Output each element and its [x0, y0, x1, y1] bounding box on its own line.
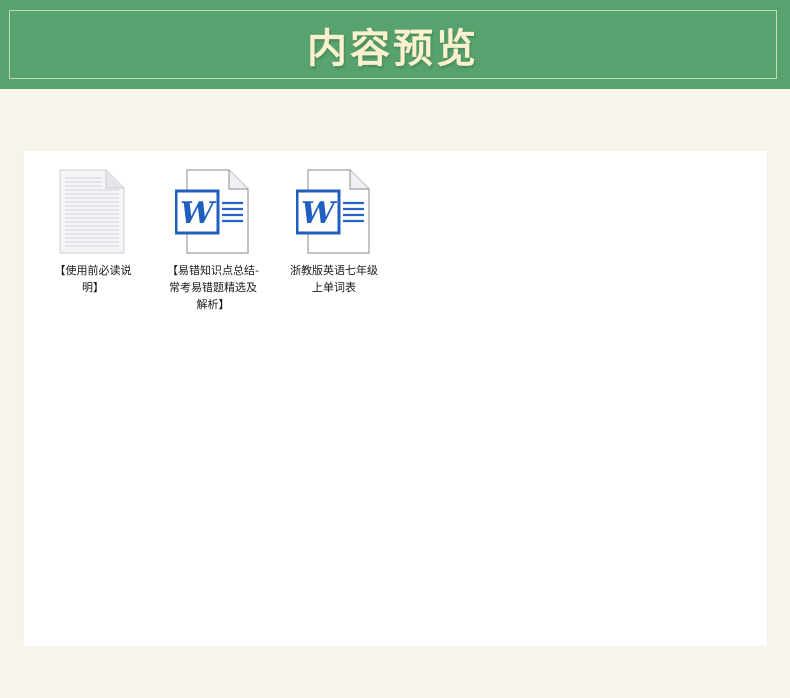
file-item-readme[interactable]: 【使用前必读说明】	[41, 169, 145, 296]
word-document-icon: W	[296, 169, 370, 254]
header-banner: 内容预览	[0, 0, 790, 89]
file-item-mistakes-summary[interactable]: W 【易错知识点总结-常考易错题精选及解析】	[161, 169, 265, 313]
svg-text:W: W	[301, 196, 338, 231]
file-name-label: 【使用前必读说明】	[54, 264, 132, 294]
file-item-vocabulary-list[interactable]: W 浙教版英语七年级上单词表	[282, 169, 386, 296]
word-document-icon: W	[175, 169, 249, 254]
svg-text:W: W	[180, 196, 217, 231]
text-document-icon	[59, 169, 125, 254]
file-name-label: 【易错知识点总结-常考易错题精选及解析】	[167, 264, 259, 311]
file-preview-panel: 【使用前必读说明】 W 【易错知识点总结-常考易错题精选及解析】 W 浙教版英语…	[24, 151, 767, 646]
page-title: 内容预览	[307, 24, 479, 72]
file-name-label: 浙教版英语七年级上单词表	[290, 264, 378, 294]
header-frame: 内容预览	[9, 10, 777, 79]
